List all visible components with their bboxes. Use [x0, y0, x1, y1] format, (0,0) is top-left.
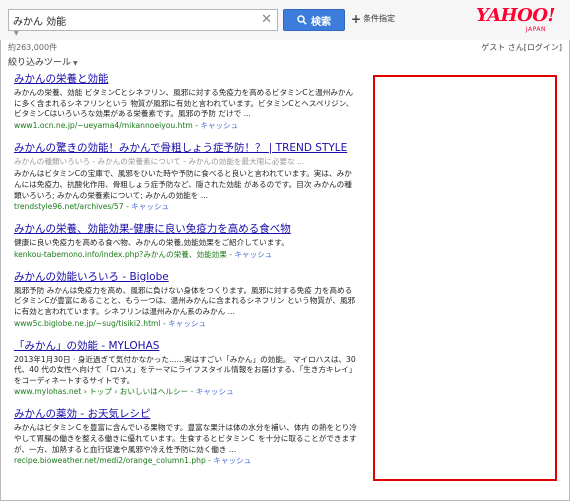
result-title-link[interactable]: みかんの栄養と効能: [14, 72, 359, 86]
logo-subtext: JAPAN: [525, 26, 546, 33]
result-count: 約263,000件: [8, 43, 58, 52]
filter-tools[interactable]: 絞り込みツール ▼: [8, 55, 78, 68]
result-url: kenkou-tabemono.info/index.php?みかんの栄養、効能…: [14, 249, 227, 259]
result-snippet: みかんの栄養、効能 ビタミンCとシネフリン、風邪に対する免疫力を高めるビタミンC…: [14, 88, 354, 119]
header-bar: ✕ 検索 + 条件指定 ▼ YAHOO! JAPAN: [0, 0, 570, 40]
result-url-line: recipe.bioweather.net/medi2/orange_colum…: [14, 456, 252, 466]
search-button-label: 検索: [311, 16, 331, 28]
result-url-line: trendstyle96.net/archives/57 - キャッシュ: [14, 202, 170, 212]
result-url-line: kenkou-tabemono.info/index.php?みかんの栄養、効能…: [14, 249, 273, 259]
yahoo-logo[interactable]: YAHOO! JAPAN: [476, 5, 560, 34]
result-title-link[interactable]: みかんの効能いろいろ - Biglobe: [14, 270, 359, 284]
result-url: www.mylohas.net › トップ › おいしいはヘルシー: [14, 387, 189, 397]
chevron-down-icon[interactable]: ▼: [14, 30, 19, 37]
cache-link[interactable]: キャッシュ: [196, 387, 234, 396]
logo-text: YAHOO!: [476, 5, 555, 26]
ad-placeholder-box: [373, 75, 557, 481]
result-url: www5c.biglobe.ne.jp/~sug/tisiki2.html: [14, 318, 161, 328]
result-item: みかんの栄養、効能効果-健康に良い免疫力を高める食べ物 健康に良い免疫力を高める…: [14, 222, 359, 260]
search-box[interactable]: ✕: [8, 9, 278, 31]
result-url: recipe.bioweather.net/medi2/orange_colum…: [14, 456, 206, 466]
result-item: みかんの効能いろいろ - Biglobe 風邪予防 みかんは免疫力を高め、風邪に…: [14, 270, 359, 329]
search-button[interactable]: 検索: [283, 9, 345, 31]
result-url: www1.ocn.ne.jp/~ueyama4/mikannoeiyou.htm: [14, 120, 193, 130]
user-area: ゲスト さん[ログイン]: [481, 42, 562, 53]
result-url-line: www5c.biglobe.ne.jp/~sug/tisiki2.html - …: [14, 318, 207, 328]
login-link[interactable]: [ログイン]: [524, 43, 562, 52]
result-url-line: www1.ocn.ne.jp/~ueyama4/mikannoeiyou.htm…: [14, 120, 239, 130]
result-snippet: みかんはビタミンCの宝庫で、風邪をひいた時や予防に食べると良いと言われています。…: [14, 169, 352, 200]
chevron-down-icon: ▼: [73, 60, 78, 67]
cache-link[interactable]: キャッシュ: [131, 202, 169, 211]
cache-link[interactable]: キャッシュ: [234, 250, 272, 259]
result-url: trendstyle96.net/archives/57: [14, 202, 124, 212]
result-title-link[interactable]: みかんの驚きの効能！みかんで骨粗しょう症予防！？ | TREND STYLE: [14, 141, 359, 155]
cache-link[interactable]: キャッシュ: [200, 121, 238, 130]
advanced-search-link[interactable]: + 条件指定: [351, 11, 396, 26]
result-snippet: 2013年1月30日 · 身近過ぎて気付かなかった……実はすごい「みかん」の効能…: [14, 354, 357, 385]
advanced-search-label: 条件指定: [363, 14, 396, 23]
result-url-line: www.mylohas.net › トップ › おいしいはヘルシー - キャッシ…: [14, 387, 234, 397]
cache-link[interactable]: キャッシュ: [213, 456, 251, 465]
result-item: みかんの栄養と効能 みかんの栄養、効能 ビタミンCとシネフリン、風邪に対する免疫…: [14, 72, 359, 131]
cache-link[interactable]: キャッシュ: [168, 319, 206, 328]
clear-icon[interactable]: ✕: [261, 12, 272, 28]
filter-tools-label: 絞り込みツール: [8, 58, 72, 68]
search-input[interactable]: [13, 12, 258, 28]
result-snippet: 健康に良い免疫力を高める食べ物、みかんの栄養,効能効果をご紹介しています。: [14, 238, 289, 248]
result-item: 「みかん」の効能 - MYLOHAS 2013年1月30日 · 身近過ぎて気付か…: [14, 339, 359, 398]
results-list: みかんの栄養と効能 みかんの栄養、効能 ビタミンCとシネフリン、風邪に対する免疫…: [14, 72, 359, 476]
search-icon: [297, 15, 307, 25]
result-snippet: 風邪予防 みかんは免疫力を高め、風邪に負けない身体をつくります。風邪に対する免疫…: [14, 285, 356, 316]
result-item: みかんの驚きの効能！みかんで骨粗しょう症予防！？ | TREND STYLE み…: [14, 141, 359, 212]
result-title-link[interactable]: みかんの薬効 - お天気レシピ: [14, 407, 359, 421]
user-name: ゲスト さん: [481, 43, 524, 52]
result-snippet: みかんはビタミンＣを豊富に含んでいる果物です。豊富な果汁は体の水分を補い、体内 …: [14, 423, 357, 454]
result-title-link[interactable]: みかんの栄養、効能効果-健康に良い免疫力を高める食べ物: [14, 222, 359, 236]
result-title-link[interactable]: 「みかん」の効能 - MYLOHAS: [14, 339, 359, 353]
plus-icon: +: [351, 11, 362, 26]
result-sublinks[interactable]: みかんの種類いろいろ - みかんの栄養素について - みかんの効能を最大限に必要…: [14, 157, 359, 168]
result-item: みかんの薬効 - お天気レシピ みかんはビタミンＣを豊富に含んでいる果物です。豊…: [14, 407, 359, 466]
